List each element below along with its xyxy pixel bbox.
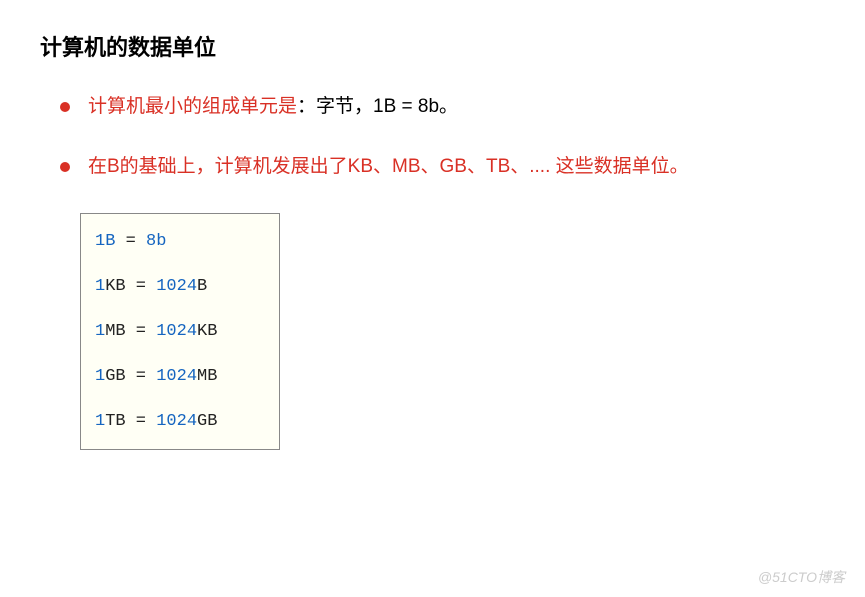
code-num: 1024 [156,412,197,431]
bullet-dot-icon [60,102,70,112]
bullet-text: 在B的基础上，计算机发展出了KB、MB、GB、TB、.... 这些数据单位。 [88,152,689,182]
code-line: 1KB = 1024B [95,277,265,296]
code-num: 1 [95,367,105,386]
code-num: 1 [95,322,105,341]
code-unit: B [197,277,207,296]
code-unit: MB [197,367,217,386]
code-num: 1024 [156,277,197,296]
code-unit: GB [197,412,217,431]
code-op: TB = [105,412,156,431]
bullet-red-text: 计算机最小的组成单元是 [88,96,297,117]
bullet-black-text: ：字节，1B = 8b。 [297,96,458,117]
bullet-item: 在B的基础上，计算机发展出了KB、MB、GB、TB、.... 这些数据单位。 [60,152,825,182]
code-num: 8b [146,232,166,251]
bullet-item: 计算机最小的组成单元是：字节，1B = 8b。 [60,92,825,122]
code-op: = [115,232,146,251]
code-num: 1 [95,277,105,296]
bullet-list: 计算机最小的组成单元是：字节，1B = 8b。 在B的基础上，计算机发展出了KB… [60,92,825,183]
bullet-text: 计算机最小的组成单元是：字节，1B = 8b。 [88,92,458,122]
code-line: 1TB = 1024GB [95,412,265,431]
code-op: GB = [105,367,156,386]
code-op: MB = [105,322,156,341]
code-num: 1B [95,232,115,251]
code-line: 1B = 8b [95,232,265,251]
code-num: 1 [95,412,105,431]
code-num: 1024 [156,322,197,341]
bullet-dot-icon [60,162,70,172]
bullet-red-text: 在B的基础上，计算机发展出了KB、MB、GB、TB、.... 这些数据单位。 [88,156,689,177]
code-line: 1MB = 1024KB [95,322,265,341]
code-op: KB = [105,277,156,296]
code-line: 1GB = 1024MB [95,367,265,386]
code-unit: KB [197,322,217,341]
watermark: @51CTO博客 [758,567,845,587]
page-title: 计算机的数据单位 [40,30,825,62]
code-box: 1B = 8b 1KB = 1024B 1MB = 1024KB 1GB = 1… [80,213,280,450]
code-num: 1024 [156,367,197,386]
